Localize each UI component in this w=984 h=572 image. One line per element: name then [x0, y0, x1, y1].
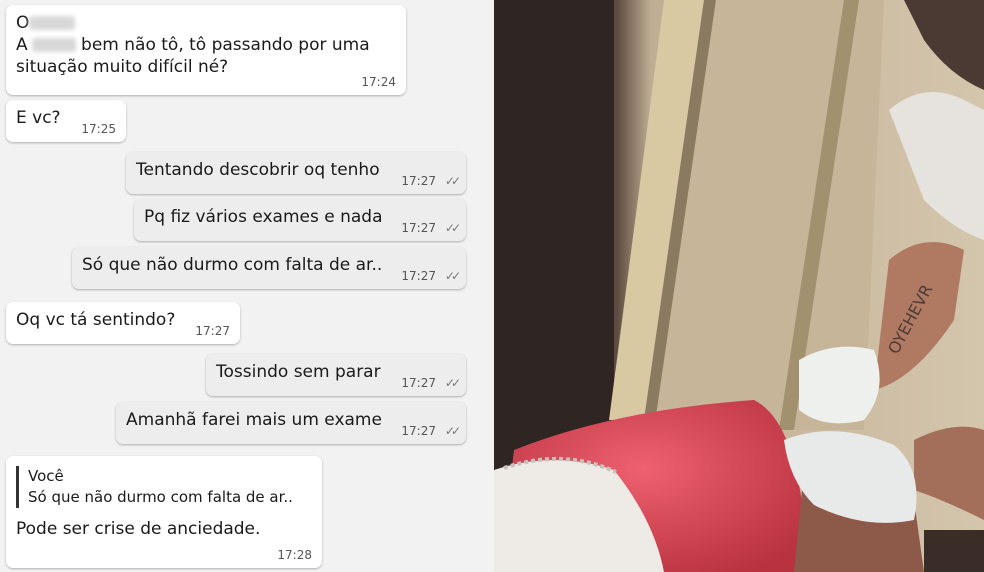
- chat-panel: O A bem não tô, tô passando por uma situ…: [0, 0, 494, 572]
- message-text: Oq vc tá sentindo?: [16, 310, 176, 330]
- message-bubble-outgoing[interactable]: Tentando descobrir oq tenho 17:27 ✓✓: [126, 152, 466, 194]
- message-time: 17:27: [401, 174, 436, 188]
- message-text: Tossindo sem parar: [216, 362, 381, 382]
- read-ticks-icon: ✓✓: [444, 269, 461, 283]
- message-time: 17:27: [195, 324, 230, 338]
- message-text: Amanhã farei mais um exame: [126, 410, 382, 430]
- message-time: 17:27: [401, 424, 436, 438]
- redacted-name: [29, 16, 76, 30]
- read-ticks-icon: ✓✓: [444, 221, 461, 235]
- message-text: Só que não durmo com falta de ar..: [82, 255, 383, 275]
- message-time: 17:28: [277, 548, 312, 562]
- message-text: Tentando descobrir oq tenho: [136, 160, 380, 180]
- message-text: Pode ser crise de anciedade.: [16, 519, 261, 539]
- message-time: 17:27: [401, 376, 436, 390]
- message-text: Pq fiz vários exames e nada: [144, 207, 383, 227]
- read-ticks-icon: ✓✓: [444, 376, 461, 390]
- message-time: 17:27: [401, 269, 436, 283]
- message-time: 17:25: [81, 122, 116, 136]
- message-text: E vc?: [16, 108, 61, 128]
- message-time: 17:27: [401, 221, 436, 235]
- message-bubble-incoming[interactable]: E vc? 17:25: [6, 100, 126, 142]
- message-bubble-incoming[interactable]: Você Só que não durmo com falta de ar.. …: [6, 456, 322, 568]
- message-bubble-outgoing[interactable]: Pq fiz vários exames e nada 17:27 ✓✓: [134, 199, 466, 241]
- redacted-name: [31, 38, 76, 52]
- message-time: 17:24: [361, 75, 396, 89]
- message-bubble-outgoing[interactable]: Só que não durmo com falta de ar.. 17:27…: [72, 247, 466, 289]
- glove-left: [799, 346, 880, 424]
- photo-illustration: OYEHEVR: [494, 0, 984, 572]
- clinic-photo: OYEHEVR: [494, 0, 984, 572]
- message-bubble-outgoing[interactable]: Amanhã farei mais um exame 17:27 ✓✓: [116, 402, 466, 444]
- message-bubble-incoming[interactable]: O A bem não tô, tô passando por uma situ…: [6, 5, 406, 95]
- quoted-author: Você: [28, 467, 64, 485]
- message-bubble-outgoing[interactable]: Tossindo sem parar 17:27 ✓✓: [206, 354, 466, 396]
- quoted-reply[interactable]: Você Só que não durmo com falta de ar..: [16, 466, 312, 508]
- quoted-text: Só que não durmo com falta de ar..: [28, 488, 293, 506]
- floor-shadow: [924, 530, 984, 572]
- message-text: situação muito difícil né?: [16, 57, 229, 77]
- read-ticks-icon: ✓✓: [444, 424, 461, 438]
- message-text: A bem não tô, tô passando por uma: [16, 35, 370, 55]
- read-ticks-icon: ✓✓: [444, 174, 461, 188]
- message-bubble-incoming[interactable]: Oq vc tá sentindo? 17:27: [6, 302, 240, 344]
- sender-name: O: [16, 12, 396, 34]
